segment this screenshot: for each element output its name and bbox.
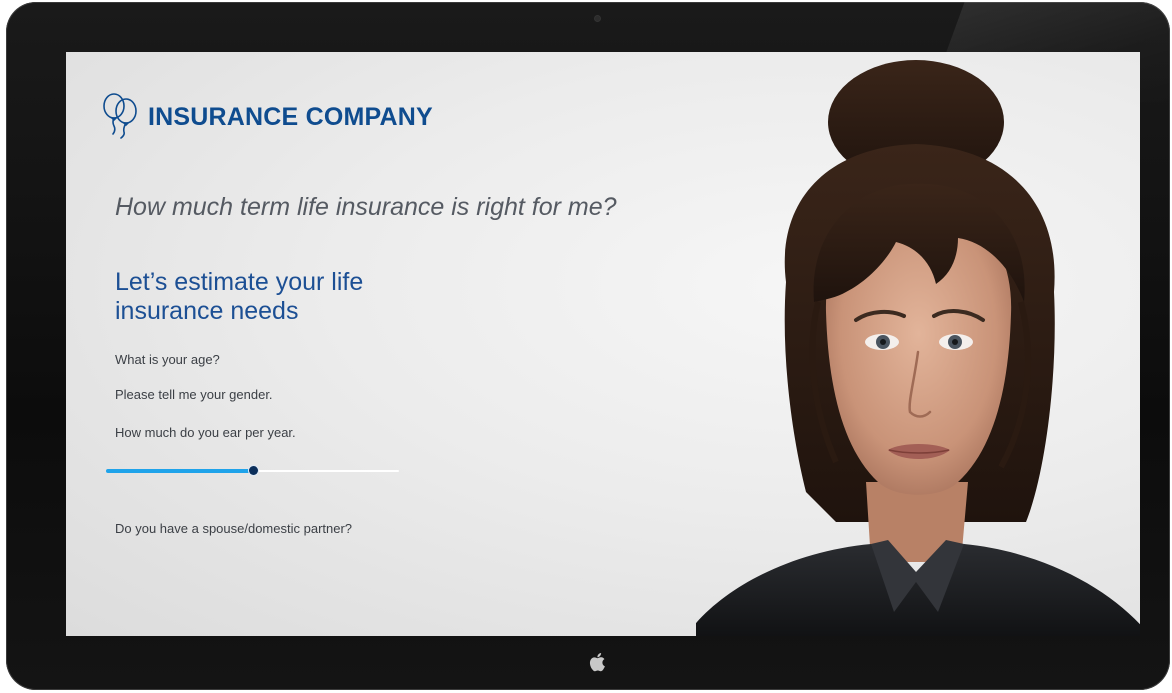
balloons-icon — [103, 93, 137, 139]
income-slider[interactable] — [106, 465, 399, 477]
partner-question[interactable]: Do you have a spouse/domestic partner? — [115, 521, 352, 536]
page-question: How much term life insurance is right fo… — [115, 193, 617, 221]
brand-header: INSURANCE COMPANY — [100, 92, 433, 142]
section-title-line-1: Let’s estimate your life — [115, 268, 364, 296]
apple-icon — [589, 653, 605, 672]
company-name: INSURANCE COMPANY — [148, 102, 433, 131]
screen: INSURANCE COMPANY How much term life ins… — [66, 52, 1140, 636]
gender-question[interactable]: Please tell me your gender. — [115, 387, 273, 402]
income-question[interactable]: How much do you ear per year. — [115, 425, 296, 440]
right-pupil — [952, 339, 958, 345]
virtual-assistant-avatar — [696, 60, 1140, 636]
income-slider-thumb[interactable] — [248, 466, 258, 475]
age-question[interactable]: What is your age? — [115, 352, 220, 367]
monitor-frame: INSURANCE COMPANY How much term life ins… — [6, 2, 1170, 690]
income-slider-fill — [106, 469, 253, 473]
camera-dot — [595, 16, 600, 21]
section-title: Let’s estimate your life insurance needs — [115, 268, 475, 326]
left-pupil — [880, 339, 886, 345]
section-title-line-2: insurance needs — [115, 297, 299, 325]
